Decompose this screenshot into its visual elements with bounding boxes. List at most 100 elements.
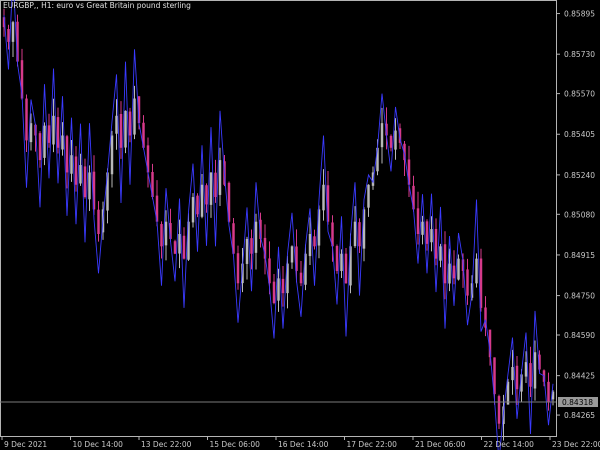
candle-body (133, 98, 136, 135)
candle-body (182, 235, 186, 259)
candle-body (335, 245, 339, 271)
chart-window: 0.85895 0.85730 0.85570 0.85405 0.85240 0.850… (0, 0, 600, 450)
candle-body (389, 135, 393, 148)
candle-body (205, 185, 208, 205)
candle-body (178, 234, 181, 254)
candle-body (173, 241, 177, 254)
current-price-tag: 0.84318 (558, 397, 598, 408)
candle-body (506, 381, 510, 405)
y-tick-label: 0.85080 (564, 210, 595, 219)
candle-body (313, 236, 316, 247)
x-tick-label: 23 Dec 22:00 (552, 440, 600, 449)
candle-body (124, 110, 127, 148)
candle-body (47, 125, 51, 143)
candle-body (160, 224, 163, 247)
x-tick-label: 21 Dec 06:00 (415, 440, 466, 449)
candle-body (236, 253, 240, 284)
candle-body (358, 222, 361, 247)
y-tick-label: 0.85405 (564, 130, 595, 139)
candle-body (164, 221, 168, 246)
candle-body (272, 281, 276, 303)
price-axis: 0.85895 0.85730 0.85570 0.85405 0.85240 0.850… (556, 10, 595, 420)
y-tick-label: 0.84425 (564, 372, 595, 381)
candle-body (380, 123, 384, 148)
candle-body (214, 172, 217, 198)
candle-body (110, 135, 114, 175)
candle-body (425, 221, 429, 244)
candle-body (434, 228, 438, 259)
candle-body (119, 113, 123, 148)
candle-body (200, 184, 204, 217)
y-tick-label: 0.84750 (564, 292, 595, 301)
candle-body (290, 246, 294, 263)
x-tick-label: 9 Dec 2021 (4, 440, 47, 449)
candle-body (344, 253, 348, 284)
y-tick-label: 0.85570 (564, 90, 595, 99)
candle-body (191, 197, 195, 223)
overlay-indicator-line (3, 0, 554, 450)
candle-body (367, 184, 370, 208)
candle-body (38, 133, 42, 161)
candle-body (115, 115, 118, 134)
candle-body (511, 367, 514, 381)
candle-body (322, 184, 325, 211)
candle-body (83, 166, 87, 198)
candle-body (457, 258, 460, 280)
current-price-value: 0.84318 (562, 398, 593, 407)
candle-body (394, 130, 397, 150)
candle-body (43, 125, 46, 158)
price-chart[interactable]: 0.85895 0.85730 0.85570 0.85405 0.85240 0.850… (0, 0, 600, 450)
candle-body (277, 278, 280, 301)
candle-body (529, 363, 532, 387)
candle-body (448, 263, 451, 284)
candle-body (209, 172, 213, 205)
candle-body (196, 195, 199, 215)
y-tick-label: 0.84590 (564, 331, 595, 340)
candle-body (515, 365, 519, 390)
candle-body (79, 165, 82, 184)
candle-body (254, 221, 258, 253)
candle-body (497, 396, 501, 424)
candle-body (430, 229, 433, 243)
candle-body (340, 253, 343, 272)
candle-body (281, 278, 285, 294)
candle-body (443, 244, 447, 284)
candle-body (466, 269, 469, 296)
x-tick-label: 16 Dec 14:00 (278, 440, 329, 449)
candle-body (70, 155, 73, 174)
candle-body (52, 115, 55, 145)
x-tick-label: 13 Dec 22:00 (141, 440, 192, 449)
candle-body (56, 117, 60, 148)
candle-body (11, 22, 15, 42)
candle-body (25, 98, 28, 141)
candle-body (218, 160, 222, 195)
candle-body (7, 28, 10, 42)
candle-body (547, 381, 550, 402)
candle-body (299, 272, 303, 284)
y-tick-label: 0.85895 (564, 10, 595, 19)
candle-body (308, 234, 312, 257)
candle-body (421, 221, 424, 235)
candle-body (88, 172, 91, 200)
chart-title: EURGBP,, H1: euro vs Great Britain pound… (3, 1, 191, 10)
candle-body (29, 123, 33, 143)
candle-body (74, 156, 78, 185)
x-tick-label: 15 Dec 06:00 (210, 440, 261, 449)
y-tick-label: 0.85240 (564, 171, 595, 180)
candle-body (439, 246, 442, 261)
candle-body (128, 111, 132, 136)
candle-body (452, 265, 456, 279)
candle-body (416, 208, 420, 235)
candle-body (524, 362, 528, 377)
candle-body (97, 209, 100, 235)
candle-body (353, 221, 357, 247)
candle-body (245, 238, 249, 264)
x-tick-label: 10 Dec 14:00 (73, 440, 124, 449)
time-axis: 9 Dec 2021 10 Dec 14:00 13 Dec 22:00 15 Dec… (1, 436, 600, 449)
y-tick-label: 0.84265 (564, 411, 595, 420)
y-tick-label: 0.85730 (564, 50, 595, 59)
candle-body (250, 238, 253, 254)
candle-body (61, 135, 64, 150)
candle-body (475, 258, 478, 284)
candle-body (533, 352, 537, 389)
